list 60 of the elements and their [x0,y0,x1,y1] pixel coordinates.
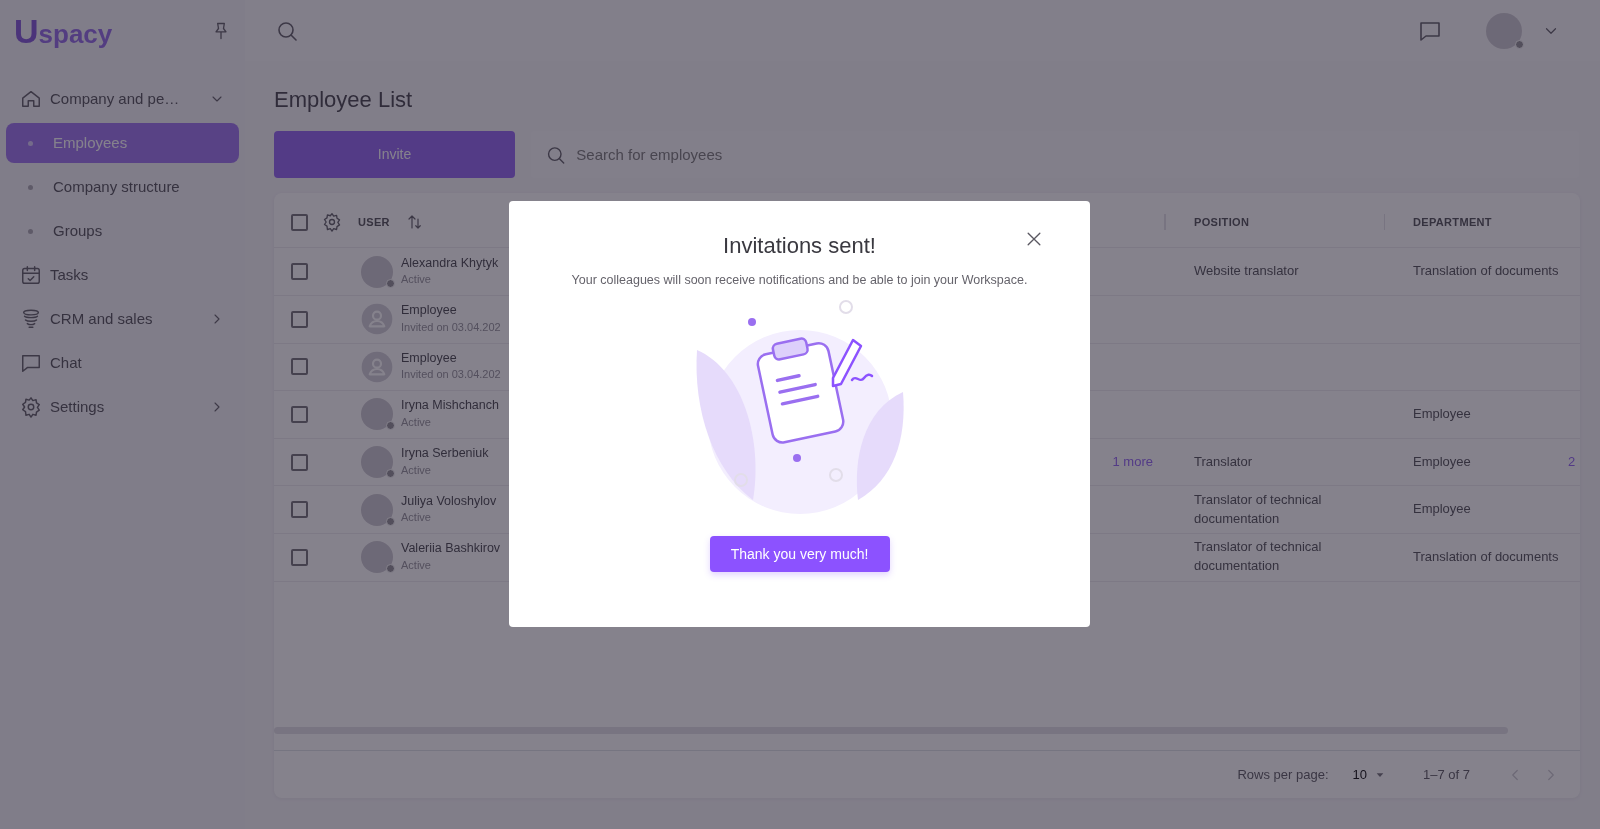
status-dot [386,516,395,526]
status-dot [386,564,395,574]
employee-name: Juliya Voloshylov [401,493,497,510]
settings-icon [20,396,42,418]
calendar-icon [20,264,42,286]
invite-button[interactable]: Invite [274,131,515,179]
status-dot [386,469,395,479]
stack-icon [20,308,42,330]
position-cell-text: Translator [1193,452,1254,471]
logo-mark: U [14,13,39,48]
department-cell-text: Employee [1412,452,1472,471]
sidebar-subitem[interactable]: Company structure [6,167,239,207]
position-cell-text: Translator of technical documentation [1193,490,1323,528]
row-checkbox[interactable] [291,453,308,471]
page-title: Employee List [274,87,414,114]
row-checkbox[interactable] [291,263,308,281]
home-icon [20,88,42,110]
employee-name: Alexandra Khytyk [401,255,499,272]
sidebar-item[interactable]: Company and pe… [6,79,239,119]
column-header: USER [358,215,390,231]
row-checkbox[interactable] [291,405,308,423]
row-checkbox[interactable] [291,358,308,376]
employee-name: Iryna Mishchanch [401,398,499,415]
select-all-checkbox[interactable] [291,213,308,231]
sidebar-subitem[interactable]: Groups [6,211,239,251]
row-checkbox[interactable] [291,310,308,328]
department-cell-text: Employee [1412,405,1472,424]
rows-per-page-select[interactable]: 10 [1352,765,1385,785]
confirm-button[interactable]: Thank you very much! [709,536,890,573]
page-range: 1–7 of 7 [1423,766,1470,785]
dialog-message: Your colleagues will soon receive notifications and be able to join your Workspace. [570,272,1029,290]
chat-icon [20,352,42,374]
rows-per-page-label: Rows per page: [1237,766,1329,785]
row-checkbox[interactable] [291,501,308,519]
sidebar-item[interactable]: Settings [6,387,239,427]
more-link[interactable]: 2 [1565,452,1585,472]
employee-name: Iryna Serbeniuk [401,446,489,462]
settings-icon[interactable] [322,212,342,233]
status-dot [386,421,395,431]
sidebar-subitem[interactable]: Employees [6,123,239,163]
column-header: DEPARTMENT [1413,215,1492,231]
position-cell-text: Translator of technical documentation [1193,538,1323,576]
status-dot [386,278,395,288]
employee-name: Valeriia Bashkirov [401,541,501,557]
sidebar-item[interactable]: Tasks [6,255,239,295]
logo-text: spacy [38,20,113,47]
row-checkbox[interactable] [291,548,308,566]
user-avatar[interactable] [1486,12,1522,49]
column-header: POSITION [1194,215,1250,231]
employee-name: Employee [401,303,458,319]
department-cell-text: Employee [1412,500,1472,519]
status-dot [1515,39,1524,49]
sidebar-item[interactable]: Chat [6,343,239,383]
sidebar-item[interactable]: CRM and sales [6,299,239,339]
position-cell-text: Website translator [1193,262,1300,281]
employee-name: Employee [401,350,458,367]
department-cell-text: Translation of documents [1412,262,1560,281]
department-cell-text: Translation of documents [1412,547,1560,566]
search-field[interactable]: Search for employees [574,142,1565,168]
dialog-title: Invitations sent! [722,233,877,260]
